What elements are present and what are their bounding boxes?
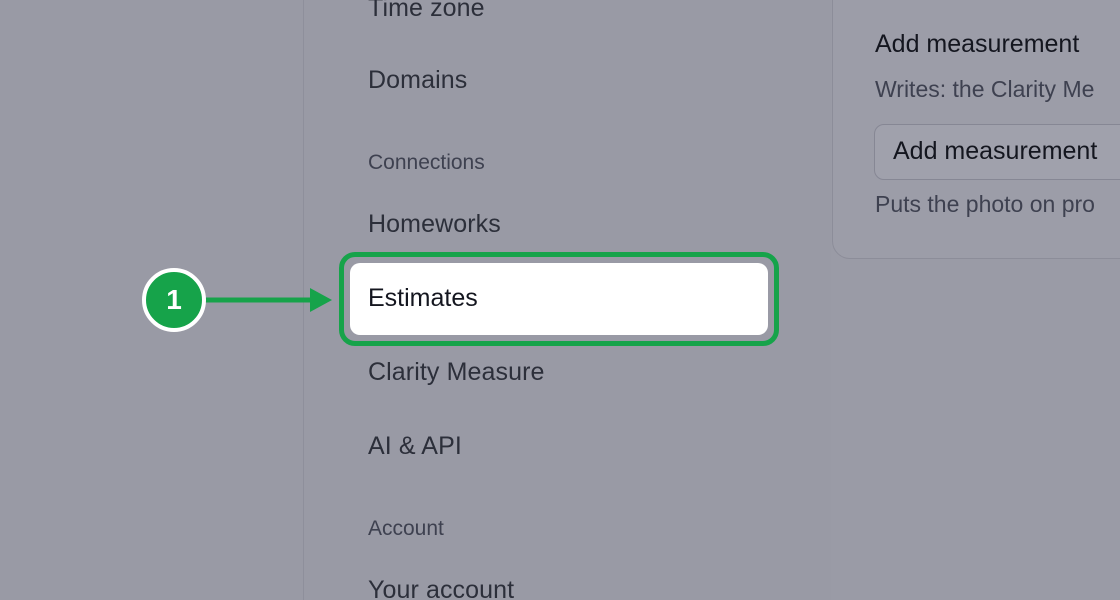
card-hint: Puts the photo on pro: [875, 191, 1095, 217]
highlight-ring: [339, 252, 779, 346]
step-badge: 1: [142, 268, 206, 332]
sidebar-item-time-zone[interactable]: Time zone: [368, 0, 485, 23]
card-description: Writes: the Clarity Me: [875, 76, 1095, 102]
card-title: Add measurement: [875, 30, 1080, 58]
add-measurement-button[interactable]: Add measurement: [874, 124, 1120, 180]
sidebar-item-ai-api[interactable]: AI & API: [368, 432, 462, 461]
arrow-right-icon: [204, 288, 332, 312]
sidebar-item-homeworks[interactable]: Homeworks: [368, 210, 501, 239]
sidebar-item-clarity-measure[interactable]: Clarity Measure: [368, 358, 545, 387]
screen: Time zone Domains Connections Homeworks …: [0, 0, 1120, 600]
sidebar-section-connections: Connections: [368, 151, 485, 174]
sidebar-section-account: Account: [368, 517, 444, 540]
sidebar-item-your-account[interactable]: Your account: [368, 576, 514, 600]
add-measurement-button-label: Add measurement: [893, 137, 1098, 165]
sidebar-item-domains[interactable]: Domains: [368, 66, 467, 95]
